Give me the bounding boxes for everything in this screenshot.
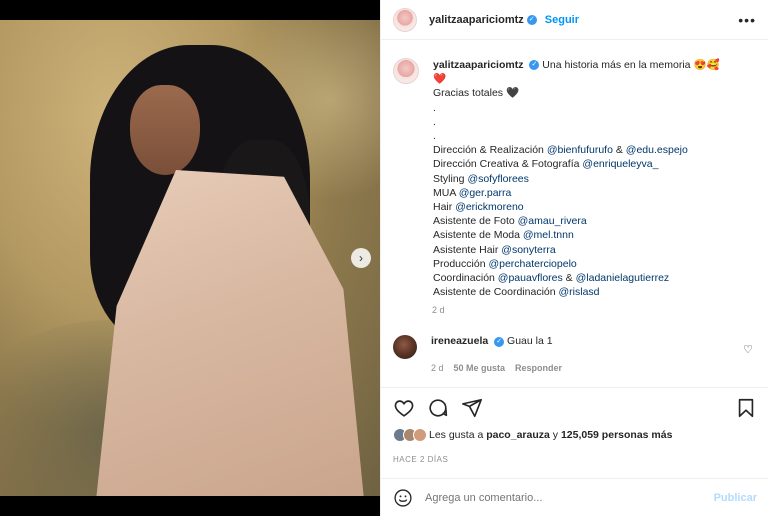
- more-options-icon[interactable]: •••: [738, 12, 756, 28]
- comments-section: yalitzaapariciomtz ✓ Una historia más en…: [381, 40, 768, 385]
- comment-input[interactable]: [425, 491, 714, 504]
- mention-link[interactable]: @sofyflorees: [467, 173, 528, 185]
- action-bar: [381, 387, 768, 427]
- credit-line: Coordinación @pauavflores & @ladanielagu…: [433, 272, 670, 285]
- verified-badge-icon: ✓: [529, 60, 540, 71]
- credit-line: Producción @perchaterciopelo: [433, 257, 577, 270]
- credit-line: MUA @ger.parra: [433, 186, 512, 199]
- chevron-right-icon: ›: [359, 251, 363, 265]
- like-icon[interactable]: [393, 397, 415, 419]
- likes-summary: Les gusta a paco_arauza y 125,059 person…: [393, 428, 672, 442]
- author-avatar[interactable]: [393, 7, 417, 32]
- share-icon[interactable]: [461, 397, 483, 419]
- comment-text: Guau la 1: [507, 335, 553, 348]
- liker-username[interactable]: paco_arauza: [486, 429, 550, 441]
- caption-line: .: [433, 115, 436, 128]
- follow-button[interactable]: Seguir: [545, 14, 579, 26]
- caption-line: Una historia más en la memoria 😍🥰: [542, 59, 720, 71]
- publish-button[interactable]: Publicar: [714, 492, 757, 504]
- verified-badge-icon: ✓: [494, 336, 505, 347]
- caption-avatar[interactable]: [393, 58, 419, 84]
- credit-line: Asistente Hair @sonyterra: [433, 243, 556, 256]
- emoji-icon[interactable]: [393, 488, 413, 508]
- instagram-post-view: › yalitzaapariciomtz ✓ Seguir ••• yalitz…: [0, 0, 768, 516]
- comment-item: ireneazuela ✓ Guau la 1 2 d 50 Me gusta …: [393, 335, 757, 373]
- credit-line: Asistente de Coordinación @rislasd: [433, 286, 600, 299]
- photo-face: [130, 85, 200, 175]
- comment-time: 2 d: [431, 363, 444, 374]
- commenter-username[interactable]: ireneazuela: [431, 335, 488, 347]
- caption-line: .: [433, 130, 436, 143]
- author-username[interactable]: yalitzaapariciomtz: [429, 14, 524, 26]
- verified-badge-icon: ✓: [526, 14, 537, 25]
- post-header: yalitzaapariciomtz ✓ Seguir •••: [381, 0, 768, 40]
- credits-list: Dirección & Realización @bienfufurufo & …: [433, 143, 753, 299]
- likes-count[interactable]: 125,059 personas más: [561, 429, 673, 441]
- liker-avatars: [393, 428, 427, 442]
- next-slide-button[interactable]: ›: [351, 248, 371, 268]
- bookmark-icon[interactable]: [735, 397, 757, 419]
- mention-link[interactable]: @ladanielagutierrez: [576, 272, 670, 284]
- mention-link[interactable]: @mel.tnnn: [523, 229, 574, 241]
- mention-link[interactable]: @rislasd: [559, 286, 600, 298]
- credit-line: Dirección & Realización @bienfufurufo & …: [433, 144, 688, 157]
- credit-line: Hair @erickmoreno: [433, 201, 524, 214]
- post-photo[interactable]: [0, 20, 380, 496]
- credit-line: Styling @sofyflorees: [433, 172, 529, 185]
- mention-link[interactable]: @sonyterra: [501, 244, 555, 256]
- mention-link[interactable]: @enriqueleyva_: [582, 158, 658, 170]
- reply-button[interactable]: Responder: [515, 363, 562, 373]
- credit-line: Asistente de Foto @amau_rivera: [433, 215, 587, 228]
- credit-line: Asistente de Moda @mel.tnnn: [433, 229, 574, 242]
- comment-likes[interactable]: 50 Me gusta: [454, 363, 506, 373]
- post-timestamp: HACE 2 DÍAS: [393, 455, 449, 464]
- mention-link[interactable]: @bienfufurufo: [547, 144, 613, 156]
- caption: yalitzaapariciomtz ✓ Una historia más en…: [393, 58, 757, 299]
- mention-link[interactable]: @perchaterciopelo: [488, 258, 576, 270]
- comment-icon[interactable]: [427, 397, 449, 419]
- mention-link[interactable]: @ger.parra: [459, 187, 512, 199]
- comment-like-icon[interactable]: ♡: [743, 343, 753, 356]
- mention-link[interactable]: @pauavflores: [498, 272, 563, 284]
- mention-link[interactable]: @amau_rivera: [518, 215, 587, 227]
- mention-link[interactable]: @edu.espejo: [626, 144, 688, 156]
- caption-line: .: [433, 101, 436, 114]
- caption-time: 2 d: [432, 305, 445, 316]
- post-side-panel: yalitzaapariciomtz ✓ Seguir ••• yalitzaa…: [380, 0, 768, 516]
- caption-username[interactable]: yalitzaapariciomtz: [433, 59, 523, 71]
- commenter-avatar[interactable]: [393, 335, 417, 360]
- caption-line: ❤️: [433, 73, 447, 86]
- mention-link[interactable]: @erickmoreno: [455, 201, 523, 213]
- credit-line: Dirección Creativa & Fotografía @enrique…: [433, 158, 659, 171]
- add-comment-bar: Publicar: [381, 478, 768, 516]
- caption-line: Gracias totales 🖤: [433, 87, 520, 100]
